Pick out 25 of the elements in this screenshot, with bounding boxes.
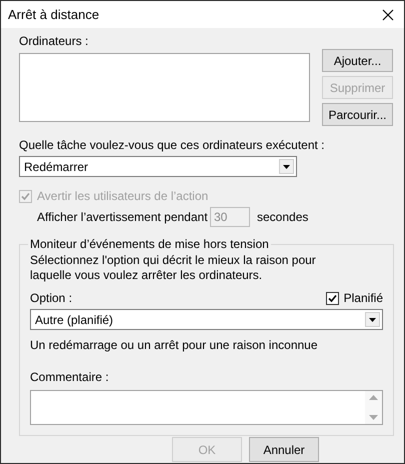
close-icon[interactable]: [382, 8, 394, 20]
comment-label: Commentaire :: [30, 370, 110, 384]
computers-list[interactable]: [19, 53, 310, 122]
task-dropdown[interactable]: Redémarrer: [19, 156, 297, 177]
checkbox[interactable]: [326, 292, 339, 304]
action-button[interactable]: Parcourir...: [322, 103, 393, 126]
warn-checkbox-label: Avertir les utilisateurs de l’action: [37, 189, 208, 203]
dropdown-arrow-icon: [369, 318, 376, 322]
option-label: Option :: [30, 291, 72, 305]
computers-label: Ordinateurs :: [19, 34, 90, 48]
dialog-button[interactable]: Annuler: [249, 437, 319, 462]
seconds-unit: secondes: [257, 210, 308, 224]
scroll-up-icon[interactable]: [369, 395, 378, 400]
reason-text: Un redémarrage ou un arrêt pour une raison inconnue: [30, 338, 319, 352]
window-title: Arrêt à distance: [8, 7, 100, 22]
group-legend: Moniteur d’événements de mise hors tension: [28, 237, 271, 251]
description-text: Sélectionnez l'option qui décrit le mieux la raison pour laquelle vous voulez arrêter les ordinateurs.: [30, 253, 317, 283]
comment-field[interactable]: [30, 390, 383, 425]
planned-checkbox-label: Planifié: [344, 291, 383, 305]
scroll-down-icon[interactable]: [369, 415, 378, 420]
option-dropdown[interactable]: Autre (planifié): [30, 309, 383, 330]
warn-time-label: Afficher l’avertissement pendant: [37, 210, 209, 224]
task-label: Quelle tâche voulez-vous que ces ordinateurs exécutent :: [19, 138, 326, 152]
action-button[interactable]: Ajouter...: [322, 49, 393, 72]
dropdown-arrow-icon: [283, 164, 290, 168]
